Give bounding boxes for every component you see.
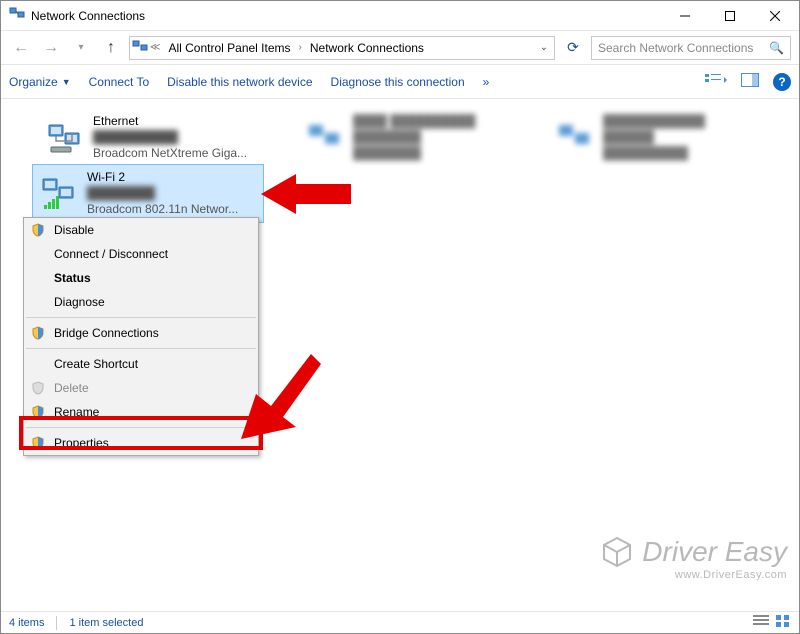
shield-icon xyxy=(30,222,46,238)
status-bar: 4 items 1 item selected xyxy=(1,611,799,633)
close-button[interactable] xyxy=(752,1,797,30)
organize-menu[interactable]: Organize▼ xyxy=(9,75,71,89)
menu-bridge-connections[interactable]: Bridge Connections xyxy=(24,321,258,345)
caret-down-icon: ▼ xyxy=(62,77,71,87)
help-button[interactable]: ? xyxy=(773,73,791,91)
annotation-arrow-1 xyxy=(261,169,351,229)
minimize-button[interactable] xyxy=(662,1,707,30)
window-frame: Network Connections ← → ▾ ↑ ≪ All Contro… xyxy=(0,0,800,634)
menu-status[interactable]: Status xyxy=(24,266,258,290)
menu-disable[interactable]: Disable xyxy=(24,218,258,242)
menu-connect-disconnect[interactable]: Connect / Disconnect xyxy=(24,242,258,266)
menu-separator xyxy=(26,317,256,318)
forward-button[interactable]: → xyxy=(39,36,63,60)
search-input[interactable]: Search Network Connections 🔍 xyxy=(591,36,791,60)
navigation-row: ← → ▾ ↑ ≪ All Control Panel Items › Netw… xyxy=(1,31,799,65)
adapter-device: Broadcom NetXtreme Giga... xyxy=(93,145,247,161)
address-dropdown-button[interactable]: ⌄ xyxy=(536,42,552,53)
adapter-ethernet[interactable]: Ethernet ██████████ Broadcom NetXtreme G… xyxy=(39,109,269,166)
address-bar[interactable]: ≪ All Control Panel Items › Network Conn… xyxy=(129,36,555,60)
network-adapter-icon xyxy=(555,117,595,157)
app-icon xyxy=(9,5,25,26)
overflow-button[interactable]: » xyxy=(483,75,490,89)
disable-device-button[interactable]: Disable this network device xyxy=(167,75,312,89)
details-view-button[interactable] xyxy=(753,614,769,631)
search-icon: 🔍 xyxy=(769,41,784,55)
network-adapter-icon xyxy=(45,117,85,157)
watermark: Driver Easy www.DriverEasy.com xyxy=(600,535,787,581)
back-button[interactable]: ← xyxy=(9,36,33,60)
refresh-button[interactable]: ⟳ xyxy=(561,36,585,60)
menu-rename[interactable]: Rename xyxy=(24,400,258,424)
up-button[interactable]: ↑ xyxy=(99,36,123,60)
watermark-brand: Driver Easy xyxy=(642,536,787,568)
breadcrumb-network-connections[interactable]: Network Connections xyxy=(304,37,430,59)
window-controls xyxy=(662,1,797,30)
content-area: Ethernet ██████████ Broadcom NetXtreme G… xyxy=(1,99,799,611)
menu-create-shortcut[interactable]: Create Shortcut xyxy=(24,352,258,376)
adapter-text-blurred: ████████████████████████████ xyxy=(603,113,705,162)
adapter-wifi[interactable]: Wi-Fi 2 ████████ Broadcom 802.11n Networ… xyxy=(33,165,263,222)
chevron-icon[interactable]: ≪ xyxy=(150,42,160,53)
preview-pane-button[interactable] xyxy=(741,73,759,90)
adapter-name: Ethernet xyxy=(93,113,247,129)
recent-locations-button[interactable]: ▾ xyxy=(69,36,93,60)
cube-icon xyxy=(600,535,634,569)
status-item-count: 4 items xyxy=(9,617,44,629)
shield-icon xyxy=(30,380,46,396)
adapter-name: Wi-Fi 2 xyxy=(87,169,238,185)
breadcrumb-control-panel[interactable]: All Control Panel Items xyxy=(162,37,296,59)
adapter-device: Broadcom 802.11n Networ... xyxy=(87,201,238,217)
shield-icon xyxy=(30,325,46,341)
shield-icon xyxy=(30,435,46,451)
large-icons-view-button[interactable] xyxy=(775,614,791,631)
network-adapter-icon xyxy=(305,117,345,157)
status-separator xyxy=(56,616,57,630)
adapter-ssid: ████████ xyxy=(87,185,238,201)
search-placeholder: Search Network Connections xyxy=(598,41,753,55)
adapter-blurred-1[interactable]: ████ ██████████████████████████ xyxy=(299,109,529,166)
annotation-arrow-2 xyxy=(241,339,321,439)
titlebar: Network Connections xyxy=(1,1,799,31)
adapter-status: ██████████ xyxy=(93,129,247,145)
window-title: Network Connections xyxy=(31,9,145,23)
view-options-button[interactable] xyxy=(705,73,727,90)
network-adapter-icon xyxy=(39,173,79,213)
adapter-blurred-2[interactable]: ████████████████████████████ xyxy=(549,109,779,166)
adapter-text-blurred: ████ ██████████████████████████ xyxy=(353,113,475,162)
chevron-right-icon: › xyxy=(299,42,302,53)
watermark-url: www.DriverEasy.com xyxy=(600,569,787,581)
menu-separator xyxy=(26,348,256,349)
menu-delete: Delete xyxy=(24,376,258,400)
menu-separator xyxy=(26,427,256,428)
shield-icon xyxy=(30,404,46,420)
connect-to-button[interactable]: Connect To xyxy=(89,75,150,89)
menu-properties[interactable]: Properties xyxy=(24,431,258,455)
diagnose-connection-button[interactable]: Diagnose this connection xyxy=(331,75,465,89)
address-icon xyxy=(132,38,148,57)
command-bar: Organize▼ Connect To Disable this networ… xyxy=(1,65,799,99)
maximize-button[interactable] xyxy=(707,1,752,30)
status-selection-count: 1 item selected xyxy=(69,617,143,629)
context-menu: Disable Connect / Disconnect Status Diag… xyxy=(23,217,259,456)
menu-diagnose[interactable]: Diagnose xyxy=(24,290,258,314)
